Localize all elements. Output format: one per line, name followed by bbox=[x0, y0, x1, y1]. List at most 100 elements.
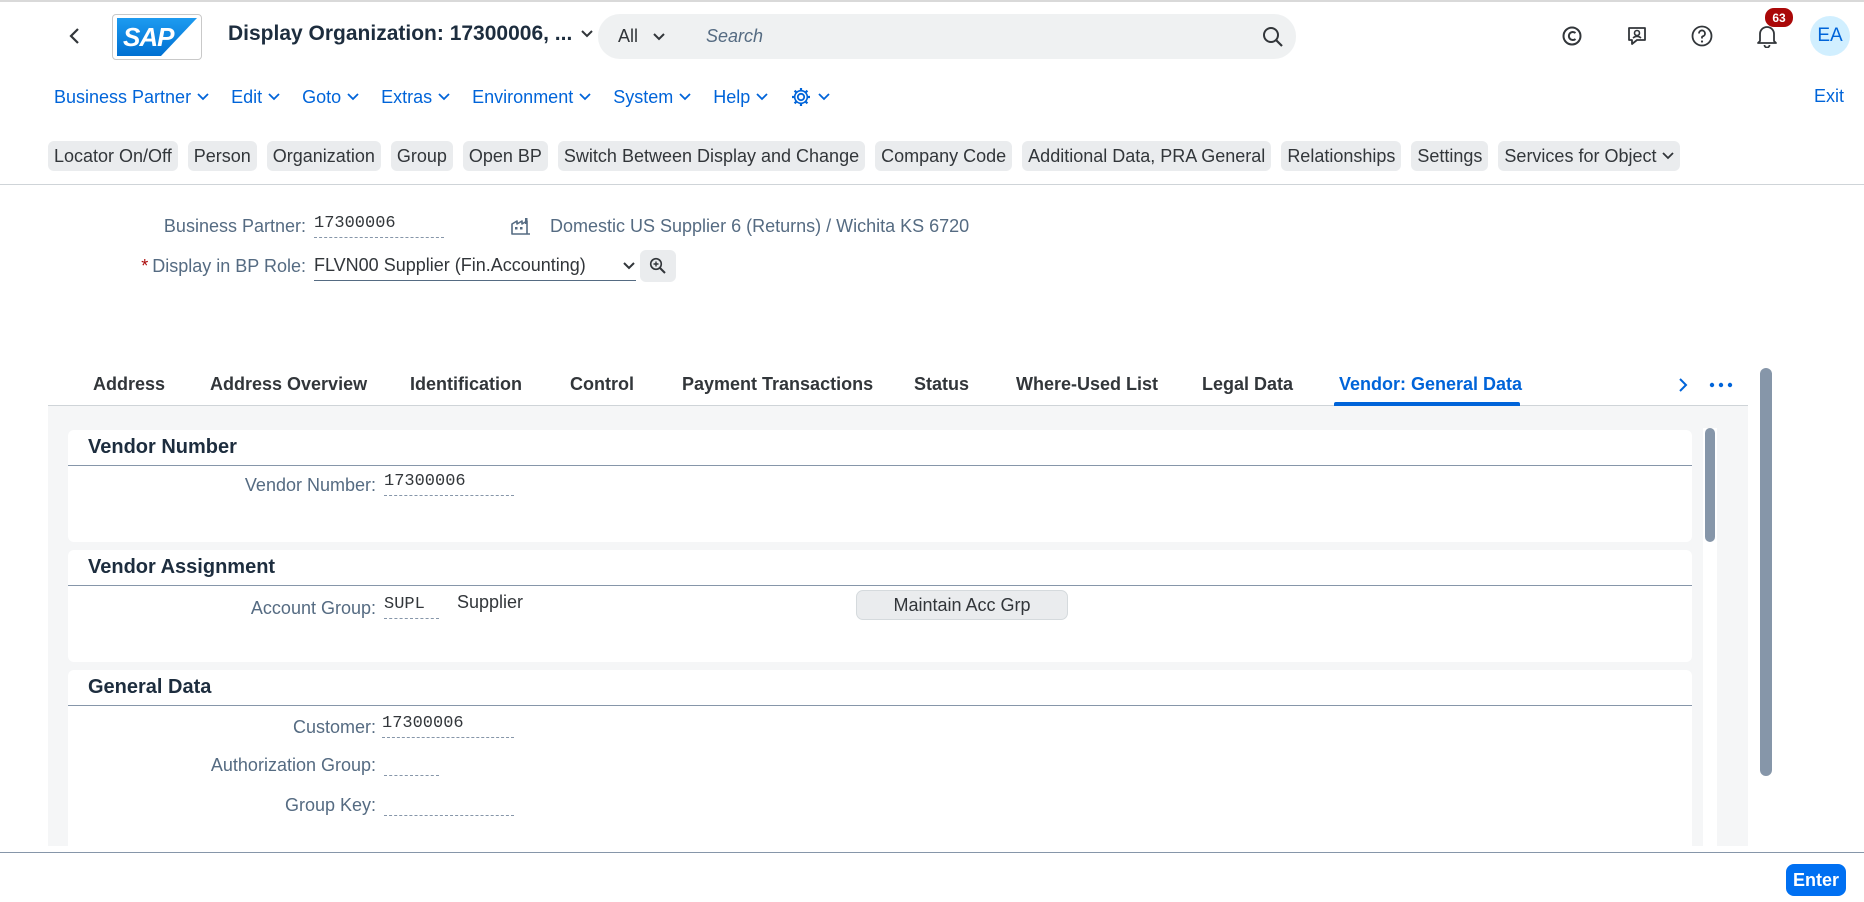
menu-label: Goto bbox=[302, 86, 342, 107]
notification-user-button[interactable] bbox=[1615, 14, 1659, 58]
authorization-group-field[interactable] bbox=[384, 754, 439, 776]
customer-label: Customer: bbox=[292, 717, 376, 737]
group-key-field[interactable] bbox=[384, 794, 514, 816]
tab-overflow-button[interactable] bbox=[1706, 370, 1736, 400]
tab-scroll-right-button[interactable] bbox=[1668, 370, 1698, 400]
vendor-number-label: Vendor Number: bbox=[244, 475, 376, 495]
services-for-object-button[interactable]: Services for Object bbox=[1498, 141, 1681, 171]
bp-role-row: * Display in BP Role: FLVN00 Supplier (Fi… bbox=[0, 250, 676, 282]
services-for-object-label: Services for Object bbox=[1504, 145, 1657, 166]
chevron-down-icon bbox=[579, 93, 591, 101]
vendor-number-field[interactable]: 17300006 bbox=[384, 472, 514, 496]
menu-environment[interactable]: Environment bbox=[472, 87, 591, 108]
search-scope-value: All bbox=[618, 26, 639, 46]
bp-role-label-text: Display in BP Role: bbox=[152, 255, 306, 276]
tab-status[interactable]: Status bbox=[914, 374, 969, 395]
role-details-button[interactable] bbox=[640, 250, 676, 282]
chevron-down-icon bbox=[756, 93, 768, 101]
search-scope-select[interactable]: All bbox=[598, 26, 688, 47]
app-title-text: Display Organization: 17300006, ... bbox=[228, 22, 573, 45]
group-button[interactable]: Group bbox=[390, 141, 453, 171]
chevron-down-icon bbox=[623, 261, 635, 269]
authorization-group-row: Authorization Group: bbox=[68, 754, 439, 776]
account-group-field[interactable]: SUPL bbox=[384, 595, 439, 619]
user-feedback-icon bbox=[1628, 27, 1646, 45]
exit-link[interactable]: Exit bbox=[1814, 86, 1844, 107]
menu-label: Environment bbox=[472, 86, 574, 107]
menu-label: Business Partner bbox=[54, 86, 192, 107]
tab-address-overview[interactable]: Address Overview bbox=[210, 374, 367, 395]
tab-legal-data[interactable]: Legal Data bbox=[1202, 374, 1293, 395]
relationships-button[interactable]: Relationships bbox=[1281, 141, 1402, 171]
sap-logo[interactable]: SAP bbox=[112, 14, 202, 60]
section-title: Vendor Number bbox=[88, 436, 237, 458]
search-bar: All bbox=[598, 14, 1296, 59]
bp-role-select[interactable]: FLVN00 Supplier (Fin.Accounting) bbox=[314, 251, 636, 281]
group-key-label: Group Key: bbox=[284, 795, 376, 815]
header-divider bbox=[0, 184, 1864, 185]
page-scrollbar-thumb[interactable] bbox=[1760, 368, 1772, 776]
menu-bar: Business Partner Edit Goto Extras Enviro… bbox=[54, 84, 852, 110]
additional-data-pra-button[interactable]: Additional Data, PRA General bbox=[1022, 141, 1272, 171]
menu-help[interactable]: Help bbox=[713, 87, 768, 108]
more-horizontal-icon bbox=[1709, 382, 1733, 388]
menu-label: Edit bbox=[231, 86, 263, 107]
open-bp-button[interactable]: Open BP bbox=[462, 141, 548, 171]
tab-vendor-general-data[interactable]: Vendor: General Data bbox=[1339, 374, 1522, 395]
menu-system[interactable]: System bbox=[613, 87, 691, 108]
joule-icon bbox=[1562, 26, 1582, 46]
tab-payment-transactions[interactable]: Payment Transactions bbox=[682, 374, 873, 395]
chevron-right-icon bbox=[1679, 378, 1688, 392]
enter-button[interactable]: Enter bbox=[1785, 864, 1846, 896]
search-button[interactable] bbox=[1250, 26, 1296, 48]
person-button[interactable]: Person bbox=[187, 141, 257, 171]
sap-logo-mark: SAP bbox=[117, 18, 197, 56]
business-partner-field[interactable]: 17300006 bbox=[314, 214, 444, 238]
help-button[interactable] bbox=[1680, 14, 1724, 58]
organization-button[interactable]: Organization bbox=[266, 141, 381, 171]
menu-extras[interactable]: Extras bbox=[381, 87, 450, 108]
menu-settings-gear[interactable] bbox=[790, 86, 830, 108]
chevron-down-icon bbox=[653, 32, 665, 40]
section-divider bbox=[68, 585, 1692, 586]
user-avatar[interactable]: EA bbox=[1810, 16, 1850, 56]
section-title: Vendor Assignment bbox=[88, 556, 276, 578]
content-scrollbar-thumb[interactable] bbox=[1705, 428, 1715, 542]
section-vendor-assignment: Vendor Assignment Account Group: SUPL Su… bbox=[68, 550, 1692, 662]
menu-edit[interactable]: Edit bbox=[231, 87, 280, 108]
customer-row: Customer: 17300006 bbox=[68, 714, 514, 738]
joule-button[interactable] bbox=[1550, 14, 1594, 58]
footer-bar: Enter bbox=[0, 852, 1864, 902]
business-partner-label: Business Partner: bbox=[163, 215, 306, 236]
chevron-down-icon bbox=[197, 93, 209, 101]
menu-label: System bbox=[613, 86, 674, 107]
authorization-group-label: Authorization Group: bbox=[210, 755, 376, 775]
maintain-account-group-button[interactable]: Maintain Acc Grp bbox=[856, 590, 1068, 620]
tab-strip: Address Address Overview Identification … bbox=[48, 366, 1748, 406]
company-code-button[interactable]: Company Code bbox=[875, 141, 1013, 171]
tab-identification[interactable]: Identification bbox=[410, 374, 522, 395]
menu-business-partner[interactable]: Business Partner bbox=[54, 87, 209, 108]
settings-button[interactable]: Settings bbox=[1411, 141, 1489, 171]
app-title[interactable]: Display Organization: 17300006, ... bbox=[228, 22, 594, 46]
locator-toggle-button[interactable]: Locator On/Off bbox=[48, 141, 178, 171]
account-group-description: Supplier bbox=[457, 592, 524, 612]
chevron-down-icon bbox=[438, 93, 450, 101]
tab-address[interactable]: Address bbox=[93, 374, 165, 395]
notifications-button[interactable]: 63 bbox=[1745, 8, 1793, 58]
business-partner-row: Business Partner: 17300006 Domestic US S… bbox=[0, 214, 969, 238]
customer-field[interactable]: 17300006 bbox=[382, 714, 514, 738]
vendor-number-row: Vendor Number: 17300006 bbox=[68, 472, 514, 496]
back-button[interactable] bbox=[58, 19, 92, 53]
chevron-down-icon bbox=[268, 93, 280, 101]
section-general-data: General Data Customer: 17300006 Authoriz… bbox=[68, 670, 1692, 846]
tab-where-used-list[interactable]: Where-Used List bbox=[1016, 374, 1158, 395]
bell-icon bbox=[1757, 26, 1777, 48]
search-input[interactable] bbox=[688, 26, 1250, 47]
chevron-down-icon bbox=[679, 93, 691, 101]
group-key-row: Group Key: bbox=[68, 794, 514, 816]
tab-control[interactable]: Control bbox=[570, 374, 634, 395]
application-toolbar: Locator On/Off Person Organization Group… bbox=[48, 141, 1690, 171]
menu-goto[interactable]: Goto bbox=[302, 87, 359, 108]
switch-display-change-button[interactable]: Switch Between Display and Change bbox=[557, 141, 866, 171]
